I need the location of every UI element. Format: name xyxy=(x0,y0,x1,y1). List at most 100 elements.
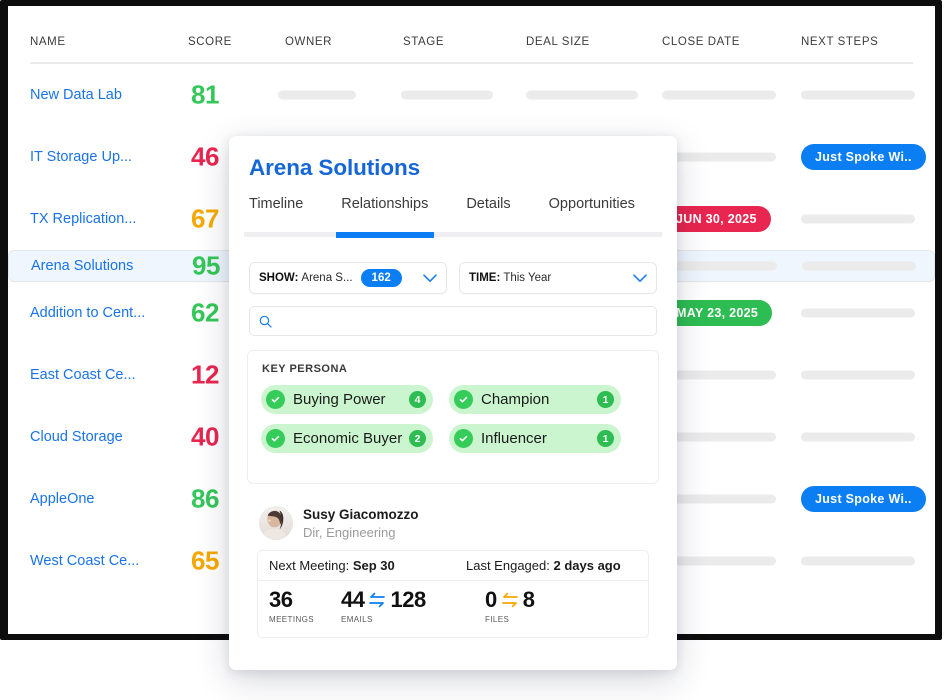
tab-relationships[interactable]: Relationships xyxy=(341,196,466,212)
search-input[interactable] xyxy=(279,314,647,328)
row-name-link[interactable]: IT Storage Up... xyxy=(30,149,132,165)
row-name-link[interactable]: Arena Solutions xyxy=(31,258,133,274)
close-date-badge[interactable]: JUN 30, 2025 xyxy=(662,206,771,232)
row-name-link[interactable]: Addition to Cent... xyxy=(30,305,145,321)
stat-value-secondary: 8 xyxy=(522,587,535,612)
exchange-arrows-icon xyxy=(368,592,386,608)
placeholder-bar xyxy=(662,494,776,504)
persona-chip-count: 4 xyxy=(409,391,426,408)
stat-value-primary: 36 xyxy=(269,587,293,612)
row-name-link[interactable]: TX Replication... xyxy=(30,211,136,227)
persona-chip[interactable]: Influencer 1 xyxy=(449,424,621,453)
placeholder-bar xyxy=(801,214,915,224)
placeholder-bar xyxy=(801,432,915,442)
persona-chip[interactable]: Champion 1 xyxy=(449,385,621,414)
tab-timeline[interactable]: Timeline xyxy=(249,196,341,212)
stat-files: 0 8 FILES xyxy=(485,589,535,625)
row-name-link[interactable]: New Data Lab xyxy=(30,87,122,103)
row-score: 62 xyxy=(191,297,219,328)
stat-key: MEETINGS xyxy=(269,615,314,624)
last-engaged-label: Last Engaged: xyxy=(466,558,550,573)
column-header-owner[interactable]: OWNER xyxy=(285,36,332,48)
table-header-row: NAME SCORE OWNER STAGE DEAL SIZE CLOSE D… xyxy=(8,6,935,64)
next-steps-badge[interactable]: Just Spoke Wi.. xyxy=(801,486,926,512)
row-name-link[interactable]: East Coast Ce... xyxy=(30,367,136,383)
placeholder-bar xyxy=(662,432,776,442)
modal-filters: SHOW: Arena S... 162 TIME: This Year xyxy=(249,262,657,294)
stat-emails: 44 128 EMAILS xyxy=(341,589,426,625)
persona-chip-count: 1 xyxy=(597,430,614,447)
persona-chip-label: Influencer xyxy=(481,430,547,447)
column-header-score[interactable]: SCORE xyxy=(188,36,232,48)
tab-details[interactable]: Details xyxy=(466,196,548,212)
stat-meetings: 36 MEETINGS xyxy=(269,589,314,625)
next-meeting-value: Sep 30 xyxy=(352,558,395,573)
modal-title: Arena Solutions xyxy=(249,155,421,180)
persona-chip-label: Economic Buyer xyxy=(293,430,403,447)
row-score: 12 xyxy=(191,359,219,390)
stat-key: EMAILS xyxy=(341,615,373,624)
column-header-deal-size[interactable]: DEAL SIZE xyxy=(526,36,590,48)
search-icon xyxy=(259,315,272,328)
last-engaged: Last Engaged: 2 days ago xyxy=(466,558,621,573)
screenshot-root: NAME SCORE OWNER STAGE DEAL SIZE CLOSE D… xyxy=(0,0,950,700)
row-name-link[interactable]: Cloud Storage xyxy=(30,429,123,445)
check-circle-icon xyxy=(266,390,285,409)
persona-chip-count: 1 xyxy=(597,391,614,408)
row-score: 46 xyxy=(191,141,219,172)
column-header-next-steps[interactable]: NEXT STEPS xyxy=(801,36,878,48)
column-header-close-date[interactable]: CLOSE DATE xyxy=(662,36,740,48)
placeholder-bar xyxy=(278,90,356,100)
last-engaged-value: 2 days ago xyxy=(553,558,621,573)
stat-value: 36 xyxy=(269,589,314,611)
column-header-stage[interactable]: STAGE xyxy=(403,36,444,48)
persona-chip[interactable]: Buying Power 4 xyxy=(261,385,433,414)
tab-opportunities[interactable]: Opportunities xyxy=(549,196,673,212)
placeholder-bar xyxy=(526,90,638,100)
avatar xyxy=(259,506,293,540)
persona-chip[interactable]: Economic Buyer 2 xyxy=(261,424,433,453)
relationships-search-box[interactable] xyxy=(249,306,657,336)
stat-value: 44 128 xyxy=(341,589,426,611)
placeholder-bar xyxy=(801,370,915,380)
stat-value-primary: 0 xyxy=(485,587,497,612)
contact-meta-row: Next Meeting: Sep 30 Last Engaged: 2 day… xyxy=(258,551,648,581)
row-score: 67 xyxy=(191,203,219,234)
show-filter-label: SHOW: xyxy=(259,272,299,284)
placeholder-bar xyxy=(802,261,916,271)
time-filter-value: This Year xyxy=(503,272,552,284)
row-score: 86 xyxy=(191,483,219,514)
row-score: 81 xyxy=(191,79,219,110)
close-date-badge[interactable]: MAY 23, 2025 xyxy=(662,300,773,326)
persona-chip-count: 2 xyxy=(409,430,426,447)
contact-stats-row: 36 MEETINGS 44 128 EMAILS 0 8 FILES xyxy=(258,581,648,639)
contact-role: Dir, Engineering xyxy=(303,525,396,540)
contact-metrics-box: Next Meeting: Sep 30 Last Engaged: 2 day… xyxy=(257,550,649,638)
active-tab-indicator xyxy=(336,232,434,238)
persona-chip-label: Buying Power xyxy=(293,391,386,408)
next-steps-badge[interactable]: Just Spoke Wi.. xyxy=(801,144,926,170)
placeholder-bar xyxy=(662,152,776,162)
time-filter-dropdown[interactable]: TIME: This Year xyxy=(459,262,657,294)
contact-header[interactable]: Susy Giacomozzo Dir, Engineering xyxy=(259,506,419,540)
modal-tabs: Timeline Relationships Details Opportunitie… xyxy=(249,196,673,212)
tab-track xyxy=(244,232,662,237)
stat-value: 08 xyxy=(485,589,535,611)
check-circle-icon xyxy=(454,390,473,409)
show-filter-dropdown[interactable]: SHOW: Arena S... 162 xyxy=(249,262,447,294)
row-name-link[interactable]: West Coast Ce... xyxy=(30,553,139,569)
account-detail-modal: Arena Solutions Timeline Relationships Det… xyxy=(229,136,677,670)
check-circle-icon xyxy=(266,429,285,448)
key-persona-heading: KEY PERSONA xyxy=(262,363,348,375)
show-filter-value: Arena S... xyxy=(301,272,353,284)
row-name-link[interactable]: AppleOne xyxy=(30,491,95,507)
placeholder-bar xyxy=(401,90,493,100)
contact-name: Susy Giacomozzo xyxy=(303,507,419,522)
column-header-name[interactable]: NAME xyxy=(30,36,66,48)
chevron-down-icon[interactable] xyxy=(633,272,647,285)
next-meeting-label: Next Meeting: xyxy=(269,558,350,573)
row-score: 95 xyxy=(192,250,220,281)
chevron-down-icon[interactable] xyxy=(423,272,437,285)
placeholder-bar xyxy=(663,261,777,271)
table-row[interactable]: New Data Lab 81 xyxy=(8,64,935,126)
